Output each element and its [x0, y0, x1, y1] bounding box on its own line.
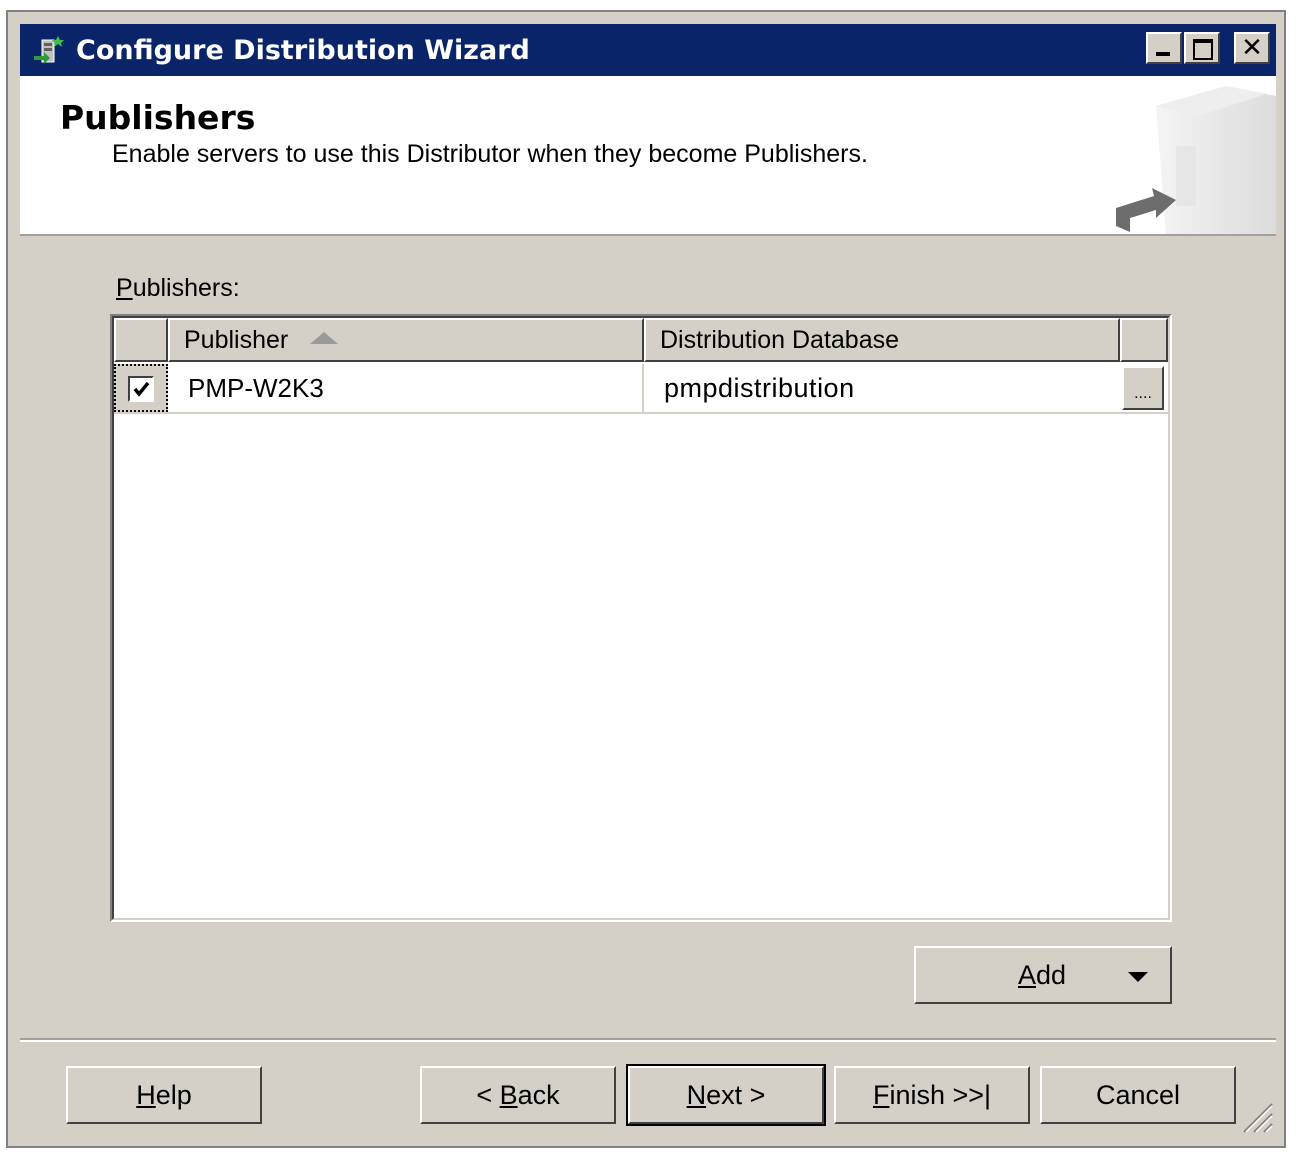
close-icon: ✕	[1241, 33, 1263, 63]
browse-button[interactable]: ....	[1122, 366, 1164, 410]
wizard-header: Publishers Enable servers to use this Di…	[20, 76, 1276, 236]
maximize-button[interactable]	[1184, 32, 1220, 64]
close-button[interactable]: ✕	[1234, 32, 1270, 64]
page-title: Publishers	[60, 98, 256, 137]
grid-frame: Publisher Distribution Database PMP-W2K3…	[112, 316, 1170, 920]
footer-separator	[20, 1038, 1276, 1042]
add-button[interactable]: Add	[914, 946, 1172, 1004]
row-select-cell[interactable]	[114, 364, 168, 412]
help-button[interactable]: Help	[66, 1066, 262, 1124]
finish-button[interactable]: Finish >>|	[834, 1066, 1030, 1124]
publisher-cell: PMP-W2K3	[168, 364, 644, 412]
publisher-column-header[interactable]: Publisher	[168, 318, 644, 362]
table-row[interactable]: PMP-W2K3 pmpdistribution ....	[114, 364, 1168, 414]
back-button[interactable]: < Back	[420, 1066, 616, 1124]
minimize-button[interactable]	[1146, 32, 1182, 64]
next-button[interactable]: Next >	[626, 1064, 826, 1126]
dropdown-arrow-icon	[1128, 972, 1148, 982]
page-subtitle: Enable servers to use this Distributor w…	[112, 140, 868, 168]
add-button-label: Add	[1018, 960, 1067, 990]
browse-column-header	[1120, 318, 1168, 362]
wizard-window: Configure Distribution Wizard ✕ Publishe…	[6, 10, 1286, 1148]
publishers-label: Publishers:	[116, 274, 240, 302]
title-bar[interactable]: Configure Distribution Wizard ✕	[20, 24, 1276, 76]
cancel-button[interactable]: Cancel	[1040, 1066, 1236, 1124]
distribution-database-cell[interactable]: pmpdistribution	[644, 364, 1120, 412]
wizard-app-icon	[34, 36, 64, 64]
distribution-database-column-header[interactable]: Distribution Database	[644, 318, 1120, 362]
publishers-grid[interactable]: Publisher Distribution Database PMP-W2K3…	[110, 314, 1172, 922]
window-title: Configure Distribution Wizard	[76, 35, 530, 66]
publisher-enable-checkbox[interactable]	[128, 376, 154, 402]
server-arrow-graphic	[1116, 86, 1276, 234]
resize-grip-icon[interactable]	[1238, 1098, 1274, 1134]
sort-ascending-icon	[310, 332, 339, 345]
select-column-header[interactable]	[114, 318, 168, 362]
checkmark-icon	[133, 381, 150, 397]
